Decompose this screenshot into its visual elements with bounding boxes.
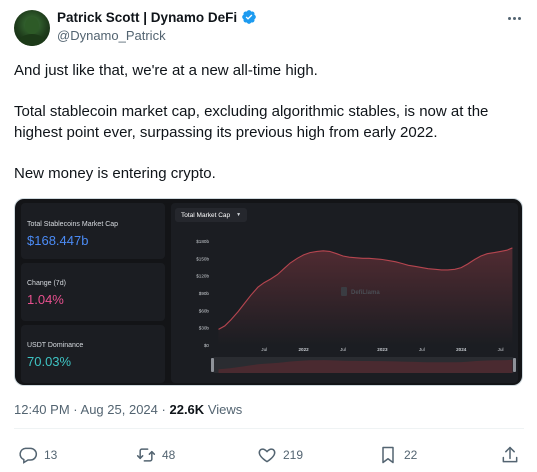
like-button[interactable]: 219	[257, 444, 303, 466]
range-brush-handle-right	[513, 358, 516, 372]
reply-button[interactable]: 13	[18, 444, 57, 466]
tweet-paragraph: New money is entering crypto.	[14, 165, 216, 182]
chevron-down-icon: ▼	[236, 212, 242, 218]
views-count: 22.6K	[169, 402, 205, 417]
stat-card-change: Change (7d) 1.04%	[21, 263, 165, 321]
action-bar: 13 48 219 22	[14, 444, 524, 468]
author-name-row: Patrick Scott | Dynamo DeFi	[57, 9, 257, 25]
x-tick-label: Jul	[419, 347, 425, 352]
y-tick-label: $90b	[199, 291, 210, 296]
tweet-meta: 12:40 PM · Aug 25, 2024 · 22.6K Views	[14, 402, 242, 417]
avatar[interactable]	[14, 10, 50, 46]
stat-card-market-cap: Total Stablecoins Market Cap $168.447b	[21, 203, 165, 259]
tweet-header: Patrick Scott | Dynamo DeFi @Dynamo_Patr…	[14, 8, 524, 48]
x-tick-label: 2023	[377, 347, 388, 352]
chart-tab-label: Total Market Cap	[181, 211, 231, 219]
tweet-media-image[interactable]: Total Stablecoins Market Cap $168.447b C…	[14, 198, 523, 386]
more-options-icon[interactable]	[504, 10, 524, 26]
author-handle[interactable]: @Dynamo_Patrick	[57, 28, 166, 43]
y-tick-label: $120b	[196, 274, 209, 279]
x-tick-label: Jul	[261, 347, 267, 352]
bookmark-count: 22	[404, 448, 418, 462]
range-brush-handle-left	[211, 358, 214, 372]
x-tick-label: Jul	[498, 347, 504, 352]
chart-panel: $0 $30b $60b $90b $120b $150b $180b Jul 2022 Jul 2…	[171, 203, 518, 383]
x-tick-label: 2024	[456, 347, 467, 352]
reply-count: 13	[44, 448, 58, 462]
y-tick-label: $60b	[199, 308, 210, 313]
tweet-text: And just like that, we're at a new all-t…	[14, 60, 524, 184]
watermark-logo-icon	[341, 287, 347, 296]
chart-metric-dropdown[interactable]: Total Market Cap ▼	[175, 208, 248, 222]
tweet-date[interactable]: Aug 25, 2024	[81, 402, 158, 417]
heart-icon	[258, 448, 276, 463]
divider	[14, 428, 524, 429]
bookmark-button[interactable]: 22	[378, 444, 417, 466]
series-area	[218, 247, 513, 345]
tweet-paragraph: Total stablecoin market cap, excluding a…	[14, 103, 489, 141]
y-tick-label: $30b	[199, 326, 210, 331]
y-tick-label: $180b	[196, 239, 209, 244]
tweet-time[interactable]: 12:40 PM	[14, 402, 70, 417]
x-tick-label: 2022	[298, 347, 309, 352]
stat-label: Change (7d)	[27, 280, 66, 287]
x-tick-label: Jul	[340, 347, 346, 352]
display-name[interactable]: Patrick Scott | Dynamo DeFi	[57, 10, 237, 25]
stat-value: $168.447b	[27, 233, 89, 248]
bookmark-icon	[382, 446, 394, 464]
stat-card-usdt-dominance: USDT Dominance 70.03%	[21, 325, 165, 383]
tweet-paragraph: And just like that, we're at a new all-t…	[14, 62, 318, 79]
share-icon	[502, 446, 518, 463]
meta-separator: ·	[73, 402, 78, 417]
verified-badge-icon	[242, 10, 256, 24]
share-button[interactable]	[500, 444, 520, 466]
meta-separator: ·	[161, 402, 166, 417]
y-tick-label: $150b	[196, 256, 209, 261]
stat-label: USDT Dominance	[27, 342, 84, 349]
like-count: 219	[283, 448, 304, 462]
market-cap-chart: $0 $30b $60b $90b $120b $150b $180b Jul 2022 Jul 2…	[196, 239, 516, 373]
y-tick-label: $0	[204, 343, 210, 348]
watermark-label: DefiLlama	[351, 290, 380, 296]
stat-value: 1.04%	[27, 292, 64, 307]
stat-value: 70.03%	[27, 354, 72, 369]
repost-button[interactable]: 48	[136, 444, 175, 466]
stat-label: Total Stablecoins Market Cap	[27, 221, 119, 228]
views-label: Views	[207, 402, 243, 417]
repost-icon	[136, 448, 156, 462]
repost-count: 48	[162, 448, 176, 462]
reply-icon	[19, 447, 38, 464]
